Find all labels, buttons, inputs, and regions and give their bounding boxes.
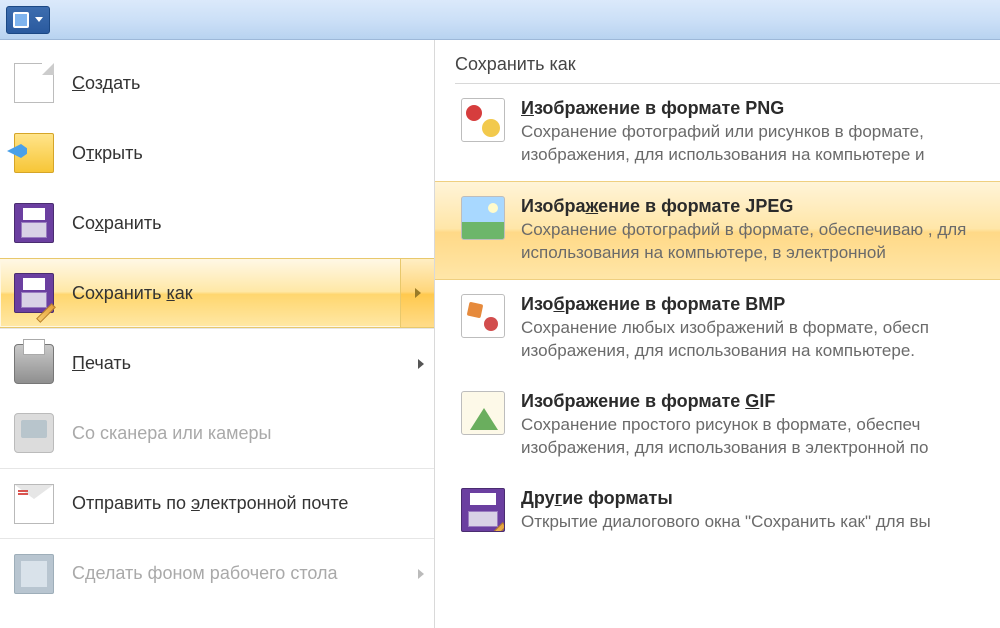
option-png[interactable]: Изображение в формате PNG Сохранение фот…: [455, 84, 1000, 181]
menu-label: Со сканера или камеры: [72, 423, 420, 444]
menu-label: Создать: [72, 73, 420, 94]
option-text: Другие форматы Открытие диалогового окна…: [521, 488, 990, 534]
new-document-icon: [14, 63, 54, 103]
option-title: Другие форматы: [521, 488, 990, 509]
printer-icon: [14, 344, 54, 384]
application-menu: Создать Открыть Сохранить Сохранить как …: [0, 40, 1000, 628]
save-as-submenu: Сохранить как Изображение в формате PNG …: [435, 40, 1000, 628]
menu-item-email[interactable]: Отправить по электронной почте: [0, 468, 434, 538]
open-folder-icon: [14, 133, 54, 173]
chevron-right-icon: [418, 359, 424, 369]
app-icon: [13, 12, 29, 28]
menu-item-save[interactable]: Сохранить: [0, 188, 434, 258]
chevron-right-icon: [418, 569, 424, 579]
option-title: Изображение в формате JPEG: [521, 196, 990, 217]
menu-item-save-as[interactable]: Сохранить как: [0, 258, 434, 328]
option-text: Изображение в формате PNG Сохранение фот…: [521, 98, 990, 167]
menu-label: Открыть: [72, 143, 420, 164]
option-bmp[interactable]: Изображение в формате BMP Сохранение люб…: [455, 280, 1000, 377]
jpeg-format-icon: [461, 196, 505, 240]
floppy-disk-pencil-icon: [461, 488, 505, 532]
option-text: Изображение в формате BMP Сохранение люб…: [521, 294, 990, 363]
option-title: Изображение в формате PNG: [521, 98, 990, 119]
option-gif[interactable]: Изображение в формате GIF Сохранение про…: [455, 377, 1000, 474]
menu-label: Сохранить: [72, 213, 420, 234]
option-desc: Сохранение фотографий в формате, обеспеч…: [521, 219, 990, 265]
menu-label: Сохранить как: [72, 283, 420, 304]
menu-item-scanner: Со сканера или камеры: [0, 398, 434, 468]
menu-label: Сделать фоном рабочего стола: [72, 563, 420, 584]
option-desc: Сохранение простого рисунок в формате, о…: [521, 414, 990, 460]
envelope-icon: [14, 484, 54, 524]
option-text: Изображение в формате GIF Сохранение про…: [521, 391, 990, 460]
title-bar: [0, 0, 1000, 40]
submenu-header: Сохранить как: [455, 54, 1000, 84]
menu-label: Печать: [72, 353, 420, 374]
scanner-icon: [14, 413, 54, 453]
chevron-right-icon: [415, 288, 421, 298]
option-title: Изображение в формате BMP: [521, 294, 990, 315]
gif-format-icon: [461, 391, 505, 435]
quick-access-toolbar[interactable]: [6, 6, 50, 34]
floppy-disk-pencil-icon: [14, 273, 54, 313]
option-text: Изображение в формате JPEG Сохранение фо…: [521, 196, 990, 265]
menu-item-print[interactable]: Печать: [0, 328, 434, 398]
chevron-down-icon[interactable]: [35, 17, 43, 22]
menu-item-new[interactable]: Создать: [0, 48, 434, 118]
option-desc: Сохранение любых изображений в формате, …: [521, 317, 990, 363]
desktop-wallpaper-icon: [14, 554, 54, 594]
file-menu-left: Создать Открыть Сохранить Сохранить как …: [0, 40, 435, 628]
option-title: Изображение в формате GIF: [521, 391, 990, 412]
bmp-format-icon: [461, 294, 505, 338]
option-desc: Открытие диалогового окна "Сохранить как…: [521, 511, 990, 534]
option-jpeg[interactable]: Изображение в формате JPEG Сохранение фо…: [435, 181, 1000, 280]
floppy-disk-icon: [14, 203, 54, 243]
option-other-formats[interactable]: Другие форматы Открытие диалогового окна…: [455, 474, 1000, 548]
menu-item-open[interactable]: Открыть: [0, 118, 434, 188]
menu-label: Отправить по электронной почте: [72, 493, 420, 514]
menu-item-wallpaper: Сделать фоном рабочего стола: [0, 538, 434, 608]
png-format-icon: [461, 98, 505, 142]
option-desc: Сохранение фотографий или рисунков в фор…: [521, 121, 990, 167]
